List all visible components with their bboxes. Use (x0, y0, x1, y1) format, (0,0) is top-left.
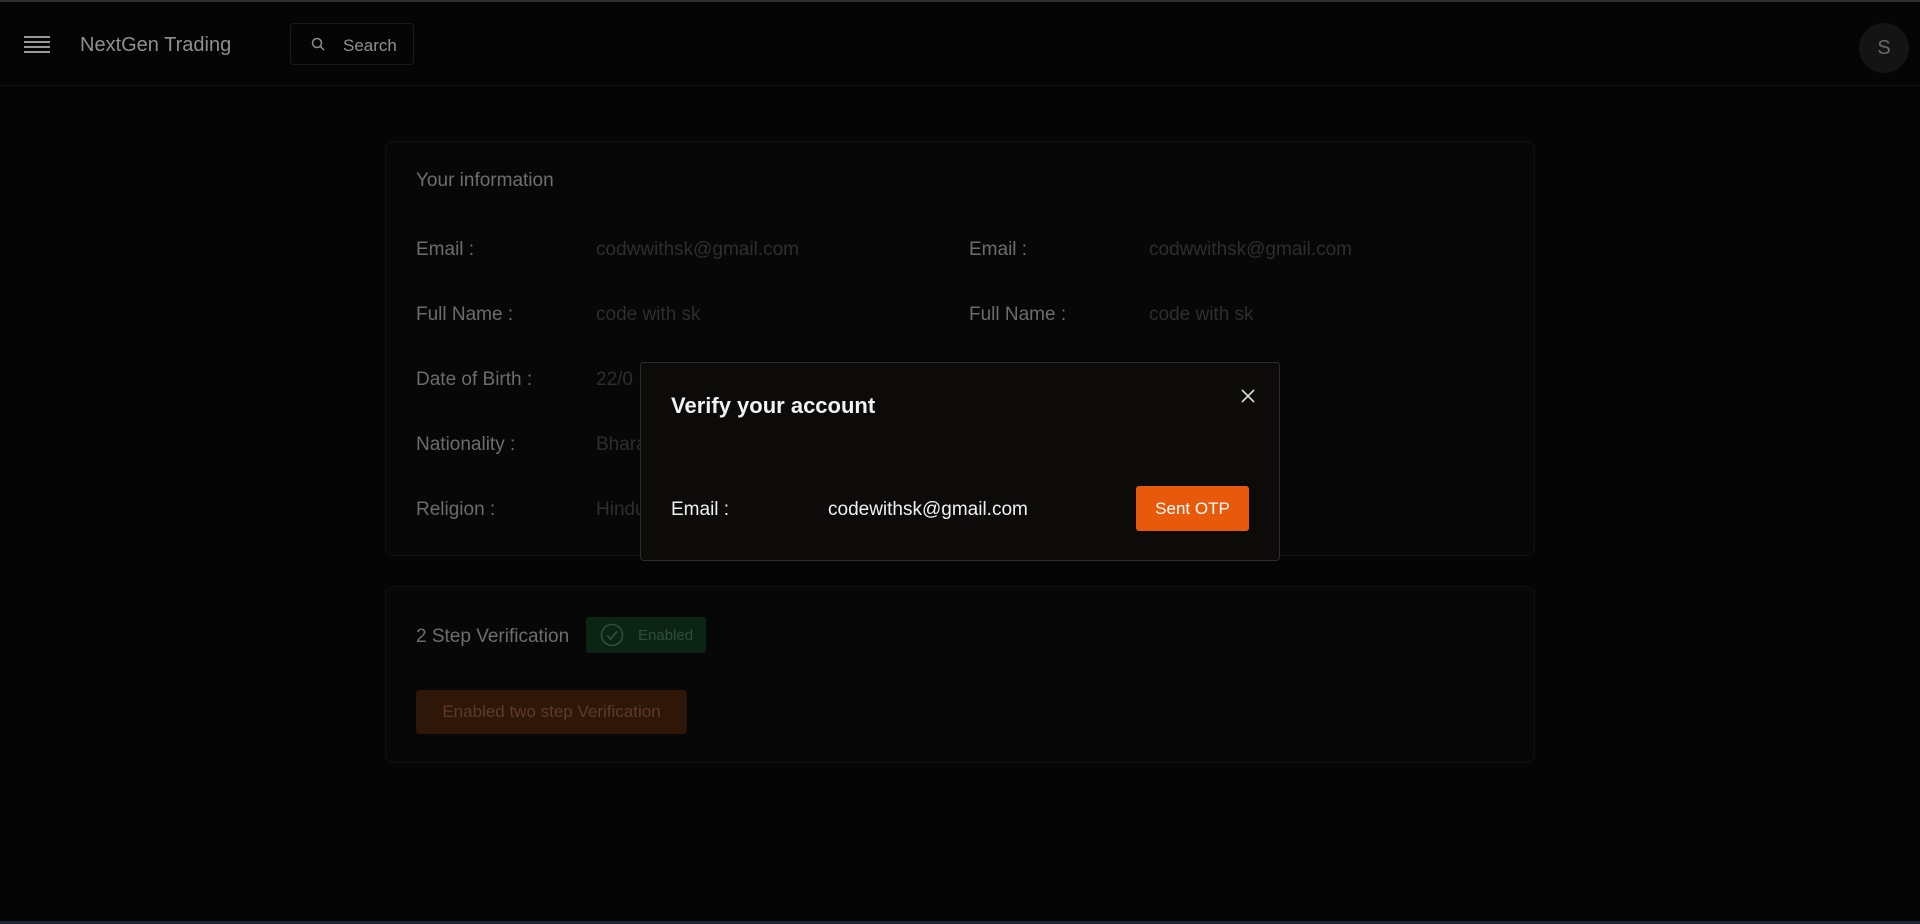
status-badge: Enabled (586, 617, 706, 653)
full-name-label-right: Full Name : (969, 304, 1067, 325)
religion-label: Religion : (416, 499, 496, 520)
search-label: Search (343, 36, 397, 55)
close-icon[interactable] (1239, 387, 1257, 405)
two-step-title: 2 Step Verification (416, 626, 570, 647)
verify-account-modal: Verify your account Email : codewithsk@g… (640, 362, 1280, 561)
modal-email-label: Email : (671, 499, 730, 520)
religion-value: Hindu (596, 499, 646, 520)
brand-title: NextGen Trading (80, 34, 232, 56)
modal-title: Verify your account (671, 393, 876, 418)
avatar[interactable]: S (1859, 23, 1909, 73)
nationality-label: Nationality : (416, 434, 516, 455)
full-name-value: code with sk (596, 304, 701, 325)
top-header: NextGen Trading Search S (0, 2, 1920, 86)
email-value: codwwithsk@gmail.com (596, 239, 800, 260)
sent-otp-button[interactable]: Sent OTP (1136, 486, 1249, 531)
search-icon (311, 37, 325, 51)
email-value-right: codwwithsk@gmail.com (1149, 239, 1353, 260)
enable-two-step-button[interactable]: Enabled two step Verification (416, 690, 687, 734)
menu-icon[interactable] (24, 36, 50, 54)
email-label: Email : (416, 239, 475, 260)
modal-email-value: codewithsk@gmail.com (828, 499, 1028, 520)
date-of-birth-value: 22/0 (596, 369, 633, 390)
check-badge-icon (600, 623, 624, 647)
search-button[interactable]: Search (290, 23, 414, 65)
full-name-value-right: code with sk (1149, 304, 1254, 325)
full-name-label: Full Name : (416, 304, 514, 325)
email-label-right: Email : (969, 239, 1028, 260)
badge-label: Enabled (638, 627, 694, 644)
date-of-birth-label: Date of Birth : (416, 369, 533, 390)
card-title: Your information (416, 170, 554, 191)
two-step-verification-card: 2 Step Verification Enabled Enabled two … (385, 586, 1535, 763)
